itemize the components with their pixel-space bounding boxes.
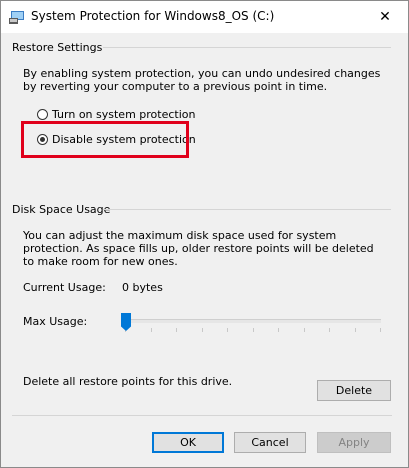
slider-tick — [252, 328, 254, 332]
slider-tick — [278, 328, 279, 332]
slider-tick — [354, 328, 356, 332]
slider-tick — [227, 328, 228, 332]
slider-tick — [150, 328, 152, 332]
system-protection-dialog: System Protection for Windows8_OS (C:) ✕… — [0, 0, 409, 468]
slider-tick — [380, 328, 381, 332]
window-title: System Protection for Windows8_OS (C:) — [31, 9, 275, 23]
group-divider — [103, 47, 391, 48]
cancel-button[interactable]: Cancel — [234, 432, 306, 453]
group-divider — [103, 209, 391, 210]
restore-settings-group-label: Restore Settings — [12, 41, 103, 54]
slider-tick — [176, 328, 177, 332]
footer-divider — [12, 415, 392, 416]
delete-restore-points-text: Delete all restore points for this drive… — [23, 375, 233, 388]
highlight-annotation-box — [21, 121, 189, 158]
radio-button[interactable] — [37, 109, 48, 120]
delete-button[interactable]: Delete — [317, 380, 391, 401]
close-icon: ✕ — [379, 9, 391, 25]
apply-button[interactable]: Apply — [317, 432, 391, 453]
turn-on-protection-radio[interactable]: Turn on system protection — [37, 108, 195, 121]
current-usage-value: 0 bytes — [122, 281, 163, 294]
title-bar[interactable]: System Protection for Windows8_OS (C:) ✕ — [1, 1, 408, 33]
restore-settings-description: By enabling system protection, you can u… — [23, 67, 381, 93]
ok-button[interactable]: OK — [152, 432, 224, 453]
current-usage-label: Current Usage: — [23, 281, 106, 294]
system-protection-icon — [9, 11, 24, 24]
radio-label: Turn on system protection — [52, 108, 196, 121]
slider-tick — [329, 328, 330, 332]
slider-tick — [201, 328, 203, 332]
disk-space-group-label: Disk Space Usage — [12, 203, 111, 216]
slider-ticks — [125, 328, 381, 332]
max-usage-slider-track[interactable] — [123, 319, 381, 323]
close-button[interactable]: ✕ — [362, 1, 408, 33]
slider-tick — [303, 328, 305, 332]
max-usage-label: Max Usage: — [23, 315, 88, 328]
disk-space-description: You can adjust the maximum disk space us… — [23, 229, 374, 268]
